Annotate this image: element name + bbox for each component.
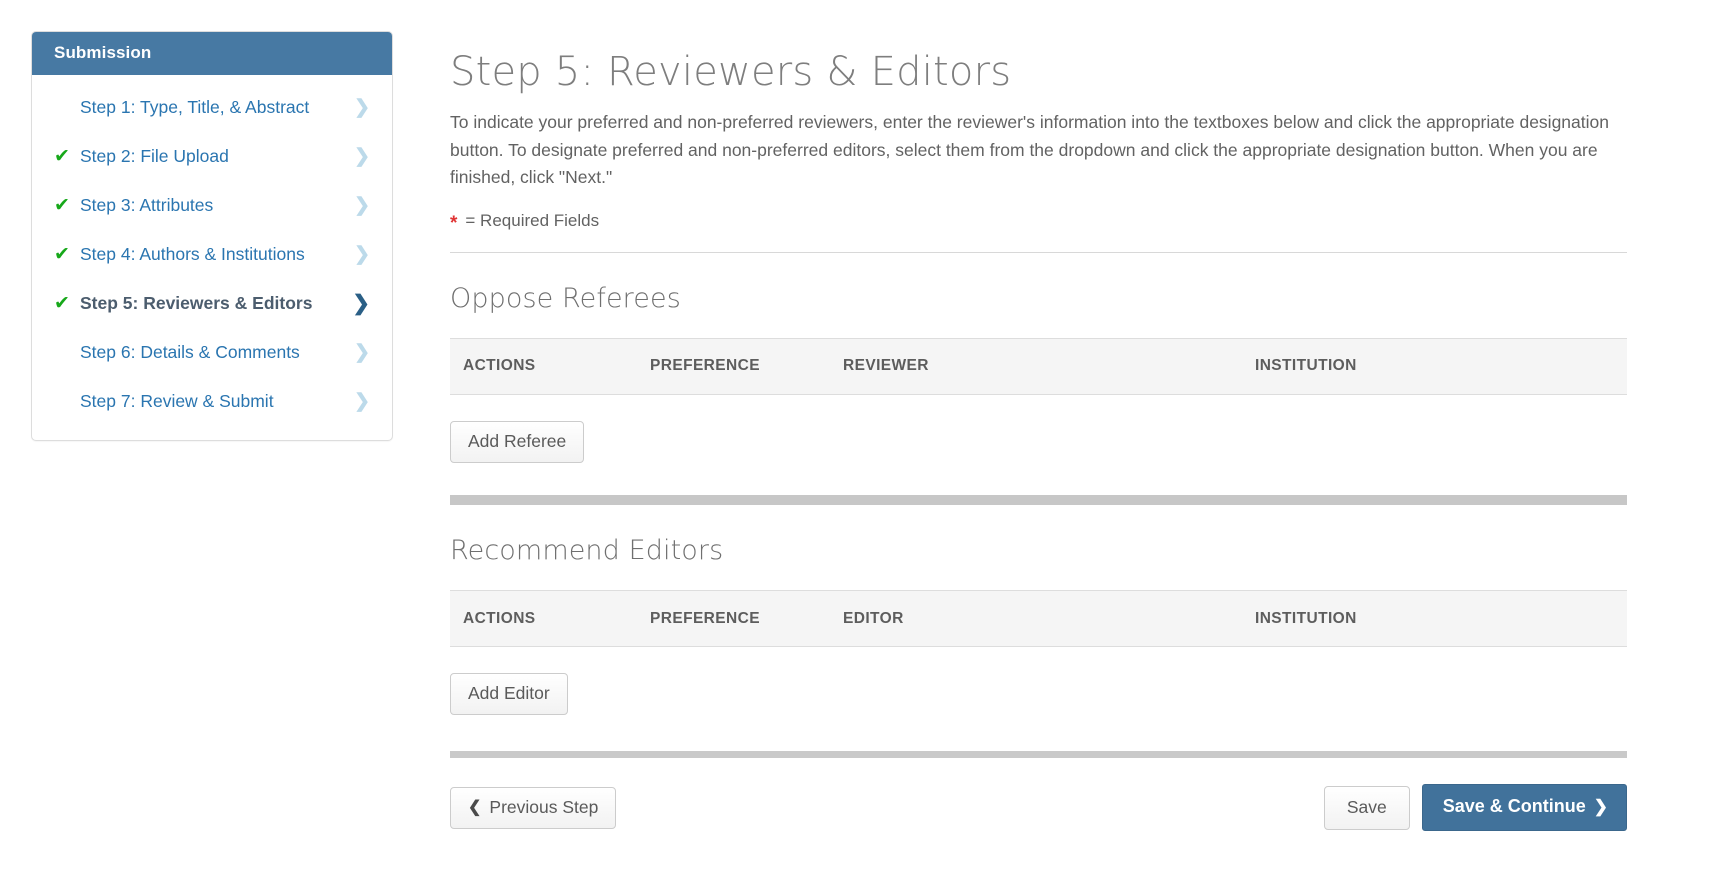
column-header-institution: INSTITUTION bbox=[1255, 337, 1627, 395]
footer-action-bar: ❮ Previous Step Save Save & Continue ❯ bbox=[450, 758, 1627, 832]
referees-table-head: ACTIONS PREFERENCE REVIEWER INSTITUTION bbox=[450, 337, 1627, 395]
sidebar-header: Submission bbox=[32, 32, 392, 75]
referees-table: ACTIONS PREFERENCE REVIEWER INSTITUTION bbox=[450, 337, 1627, 395]
sidebar-item-label: Step 1: Type, Title, & Abstract bbox=[80, 97, 310, 117]
column-header-actions: ACTIONS bbox=[450, 590, 650, 648]
sidebar-item-label: Step 2: File Upload bbox=[80, 146, 229, 166]
page-title: Step 5: Reviewers & Editors bbox=[450, 49, 1012, 95]
chevron-right-icon: ❯ bbox=[1593, 796, 1608, 816]
recommend-editors-section: Recommend Editors ACTIONS PREFERENCE EDI… bbox=[450, 505, 1627, 716]
save-and-continue-button[interactable]: Save & Continue ❯ bbox=[1421, 784, 1627, 832]
column-header-preference: PREFERENCE bbox=[650, 590, 843, 648]
add-editor-button[interactable]: Add Editor bbox=[450, 673, 568, 716]
chevron-right-icon: ❯ bbox=[354, 244, 370, 265]
chevron-right-icon: ❯ bbox=[354, 146, 370, 167]
required-fields-label: = Required Fields bbox=[465, 210, 600, 230]
sidebar-item-label: Step 4: Authors & Institutions bbox=[80, 244, 305, 264]
check-icon: ✔ bbox=[54, 195, 70, 216]
sidebar-item-label: Step 6: Details & Comments bbox=[80, 342, 300, 362]
sidebar-item-step-3[interactable]: ✔ Step 3: Attributes ❯ bbox=[32, 181, 392, 230]
sidebar-step-list: Step 1: Type, Title, & Abstract ❯ ✔ Step… bbox=[32, 75, 392, 440]
sidebar-item-step-5[interactable]: ✔ Step 5: Reviewers & Editors ❯ bbox=[32, 279, 392, 328]
save-and-continue-label: Save & Continue bbox=[1442, 796, 1586, 817]
sidebar-item-step-6[interactable]: Step 6: Details & Comments ❯ bbox=[32, 328, 392, 377]
chevron-right-icon: ❯ bbox=[352, 292, 370, 315]
oppose-referees-section: Oppose Referees ACTIONS PREFERENCE REVIE… bbox=[450, 253, 1627, 464]
chevron-right-icon: ❯ bbox=[354, 342, 370, 363]
sidebar-item-step-4[interactable]: ✔ Step 4: Authors & Institutions ❯ bbox=[32, 230, 392, 279]
save-button[interactable]: Save bbox=[1323, 785, 1410, 830]
chevron-right-icon: ❯ bbox=[354, 195, 370, 216]
column-header-institution: INSTITUTION bbox=[1255, 590, 1627, 648]
previous-step-label: Previous Step bbox=[489, 796, 599, 817]
page-container: Submission Step 1: Type, Title, & Abstra… bbox=[0, 0, 1720, 832]
editors-table-head: ACTIONS PREFERENCE EDITOR INSTITUTION bbox=[450, 590, 1627, 648]
column-header-preference: PREFERENCE bbox=[650, 337, 843, 395]
column-header-editor: EDITOR bbox=[843, 590, 1255, 648]
required-asterisk-icon: * bbox=[450, 212, 458, 234]
required-fields-note: * = Required Fields bbox=[450, 210, 1627, 234]
sidebar-item-step-7[interactable]: Step 7: Review & Submit ❯ bbox=[32, 377, 392, 426]
check-icon: ✔ bbox=[54, 244, 70, 265]
column-header-actions: ACTIONS bbox=[450, 337, 650, 395]
chevron-right-icon: ❯ bbox=[354, 97, 370, 118]
oppose-referees-title: Oppose Referees bbox=[450, 282, 681, 314]
footer-right-group: Save Save & Continue ❯ bbox=[1323, 784, 1627, 832]
editors-table: ACTIONS PREFERENCE EDITOR INSTITUTION bbox=[450, 590, 1627, 648]
recommend-editors-title: Recommend Editors bbox=[450, 535, 724, 567]
chevron-left-icon: ❮ bbox=[468, 798, 482, 816]
column-header-reviewer: REVIEWER bbox=[843, 337, 1255, 395]
check-icon: ✔ bbox=[54, 146, 70, 167]
sidebar-item-label: Step 7: Review & Submit bbox=[80, 391, 274, 411]
submission-sidebar: Submission Step 1: Type, Title, & Abstra… bbox=[31, 31, 393, 441]
sidebar-item-step-2[interactable]: ✔ Step 2: File Upload ❯ bbox=[32, 132, 392, 181]
spacer-referees bbox=[450, 463, 1627, 495]
section-divider-thick bbox=[450, 495, 1627, 506]
sidebar-item-label: Step 3: Attributes bbox=[80, 195, 214, 215]
intro-paragraph: To indicate your preferred and non-prefe… bbox=[450, 112, 1609, 188]
main-content: Step 5: Reviewers & Editors To indicate … bbox=[393, 31, 1655, 832]
footer-divider bbox=[450, 751, 1627, 759]
check-icon: ✔ bbox=[54, 293, 70, 314]
add-referee-button[interactable]: Add Referee bbox=[450, 420, 585, 464]
table-header-row: ACTIONS PREFERENCE EDITOR INSTITUTION bbox=[450, 590, 1627, 648]
sidebar-item-step-1[interactable]: Step 1: Type, Title, & Abstract ❯ bbox=[32, 83, 392, 132]
add-editor-row: Add Editor bbox=[450, 647, 1627, 716]
table-header-row: ACTIONS PREFERENCE REVIEWER INSTITUTION bbox=[450, 337, 1627, 395]
previous-step-button[interactable]: ❮ Previous Step bbox=[450, 786, 617, 829]
chevron-right-icon: ❯ bbox=[354, 391, 370, 412]
sidebar-item-label: Step 5: Reviewers & Editors bbox=[80, 293, 313, 313]
add-referee-row: Add Referee bbox=[450, 395, 1627, 464]
